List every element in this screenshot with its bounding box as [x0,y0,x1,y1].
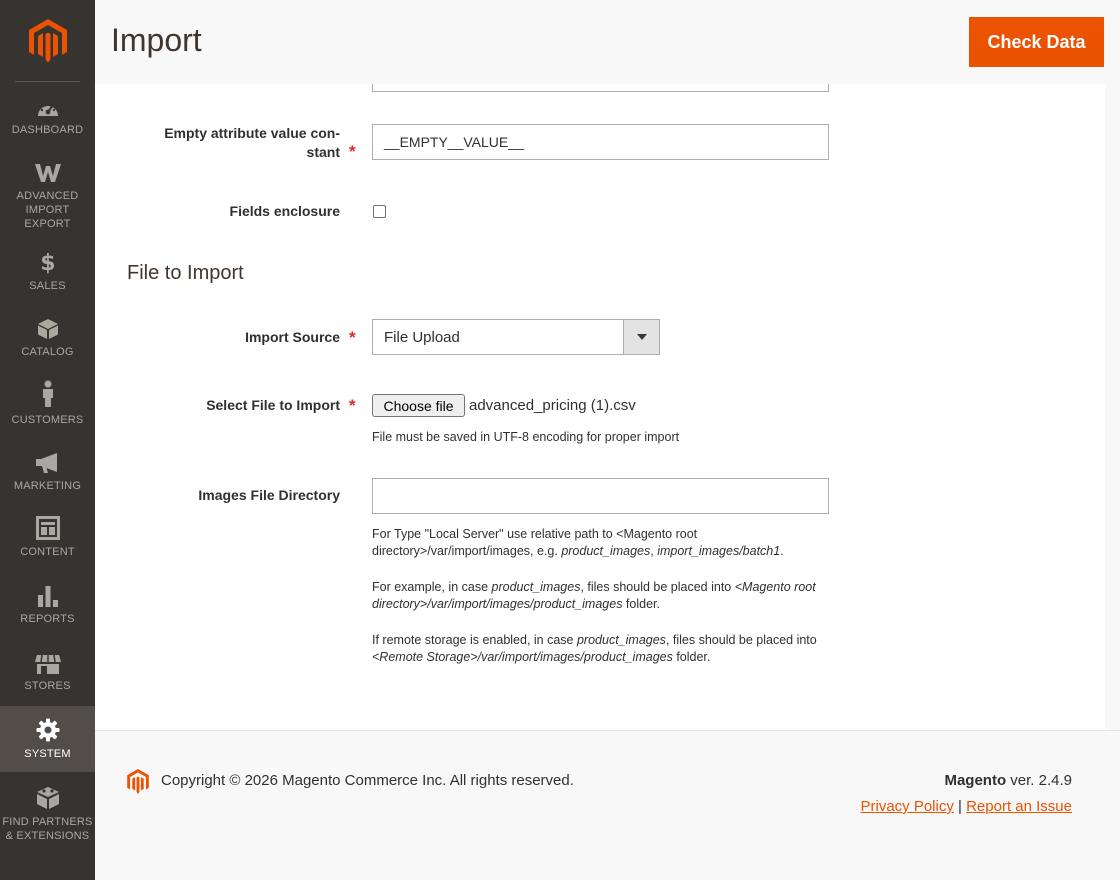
box-icon [37,319,58,339]
import-form: Empty attribute value con- stant * __EMP… [95,84,1105,730]
nav-label-line2: IMPORT [25,204,70,216]
nav-reports[interactable]: REPORTS [0,585,95,626]
note-italic: import_images/batch1 [657,544,781,558]
required-marker: * [349,396,356,415]
w-icon [34,164,61,182]
nav-label-line1: ADVANCED [16,190,79,202]
select-file-label: Select File to Import [206,397,340,413]
check-data-button[interactable]: Check Data [969,17,1104,67]
report-issue-link[interactable]: Report an Issue [966,798,1072,815]
nav-advanced-import-export[interactable]: ADVANCED IMPORT EXPORT [0,162,95,231]
footer-divider [95,730,1120,731]
logo-divider [15,81,80,82]
images-dir-label: Images File Directory [198,487,340,503]
link-separator: | [958,798,962,815]
nav-label: CUSTOMERS [11,414,84,426]
nav-label: MARKETING [13,480,82,492]
dollar-icon: $ [40,251,56,274]
nav-label: REPORTS [20,613,75,625]
import-source-value: File Upload [384,328,460,346]
fields-enclosure-checkbox[interactable] [373,205,386,218]
note-text: , files should be placed into [580,580,735,594]
note-italic: product_images [561,544,651,558]
note-text: folder. [672,650,711,664]
note-text: . [780,544,784,558]
layout-icon [35,516,60,540]
magento-footer-logo-icon [127,769,149,794]
dashboard-icon [37,101,58,116]
fields-enclosure-label: Fields enclosure [229,203,340,219]
previous-field-input[interactable] [372,84,829,92]
choose-file-button[interactable]: Choose file [372,394,465,417]
nav-content[interactable]: CONTENT [0,516,95,559]
nav-label: SALES [29,280,66,292]
storefront-icon [34,654,61,674]
import-source-select[interactable]: File Upload [372,319,660,355]
nav-label: SYSTEM [24,748,71,760]
nav-find-partners[interactable]: FIND PARTNERS & EXTENSIONS [0,786,95,843]
required-marker: * [349,328,356,347]
nav-label: DASHBOARD [11,124,84,136]
gear-icon [36,718,59,742]
version-number: ver. 2.4.9 [1006,772,1072,789]
images-dir-note-example: For example, in case product_images, fil… [372,579,842,613]
label-line: stant [306,144,340,160]
page-title: Import [111,22,202,58]
note-text: , files should be placed into [665,633,817,647]
label-line: Empty attribute value con- [164,125,340,141]
note-text: If remote storage is enabled, in case [372,633,577,647]
nav-system[interactable]: SYSTEM [0,706,95,772]
selected-file-name: advanced_pricing (1).csv [469,397,636,414]
nav-sales[interactable]: $ SALES [0,250,95,293]
section-title-file-to-import: File to Import [127,262,244,284]
nav-label-line2: & EXTENSIONS [5,830,90,842]
file-encoding-note: File must be saved in UTF-8 encoding for… [372,430,680,444]
note-italic: product_images [576,633,666,647]
note-text: For example, in case [372,580,492,594]
footer-links: Privacy Policy | Report an Issue [860,798,1072,815]
brand-name: Magento [944,772,1007,789]
note-italic: <Remote Storage>/var/import/images/produ… [372,650,673,664]
empty-attribute-input[interactable]: __EMPTY__VALUE__ [372,124,829,160]
nav-catalog[interactable]: CATALOG [0,318,95,359]
dropdown-toggle[interactable] [623,320,659,354]
nav-label: CATALOG [21,346,74,358]
nav-label: CONTENT [20,546,75,558]
empty-attribute-label: Empty attribute value con- stant [164,124,340,162]
nav-marketing[interactable]: MARKETING [0,452,95,493]
bar-chart-icon [37,586,58,607]
magento-logo-icon [28,19,67,63]
nav-dashboard[interactable]: DASHBOARD [0,98,95,137]
admin-sidebar: DASHBOARD ADVANCED IMPORT EXPORT $ SALES… [0,0,95,880]
megaphone-icon [35,453,57,473]
version-info: Magento ver. 2.4.9 [944,772,1072,789]
images-dir-note-local: For Type "Local Server" use relative pat… [372,526,842,560]
import-source-label: Import Source [245,329,340,345]
nav-customers[interactable]: CUSTOMERS [0,380,95,427]
blocks-icon [36,787,59,809]
note-text: folder. [622,597,660,611]
nav-label-line3: EXPORT [24,218,71,230]
magento-logo[interactable] [0,0,95,82]
caret-down-icon [636,334,647,340]
privacy-policy-link[interactable]: Privacy Policy [860,798,953,815]
svg-text:$: $ [40,251,56,274]
required-marker: * [349,142,356,161]
images-dir-input[interactable] [372,478,829,514]
person-icon [42,380,53,407]
nav-label-line1: FIND PARTNERS [2,816,93,828]
nav-stores[interactable]: STORES [0,654,95,693]
images-dir-note-remote: If remote storage is enabled, in case pr… [372,632,842,666]
nav-label: STORES [24,680,71,692]
copyright-text: Copyright © 2026 Magento Commerce Inc. A… [161,772,574,789]
note-italic: product_images [491,580,581,594]
